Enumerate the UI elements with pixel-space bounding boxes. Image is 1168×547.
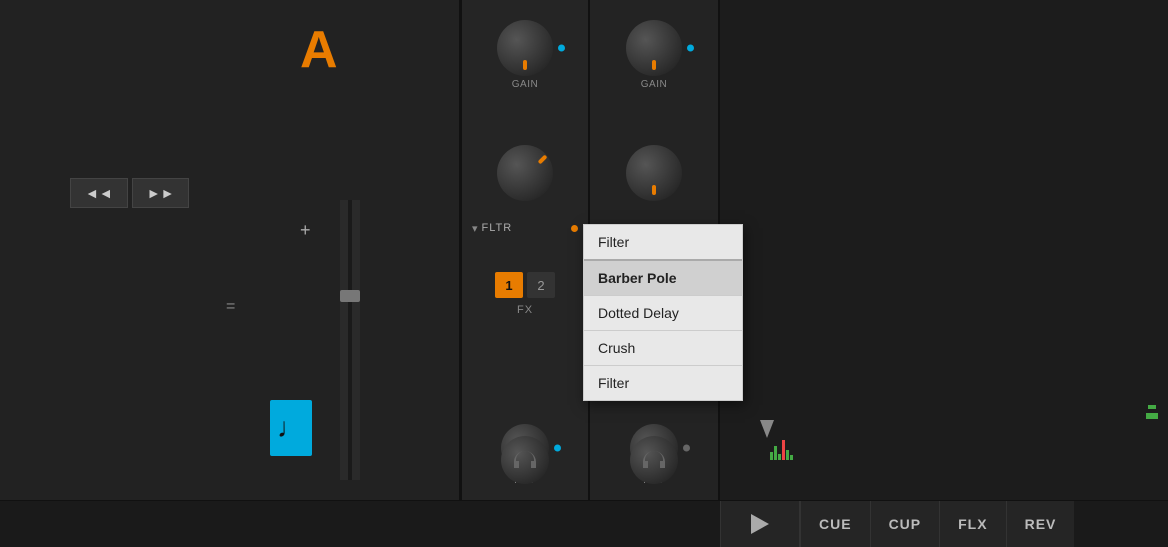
bottom-bar-right: CUE CUP FLX REV [0, 501, 1168, 547]
fltr-arrow-icon: ▾ [472, 222, 478, 235]
gain-knob-left-container: GAIN [497, 20, 553, 90]
fltr-label[interactable]: FLTR [482, 222, 571, 234]
spectrum-bars [770, 430, 793, 460]
fx-button-1[interactable]: 1 [495, 272, 523, 298]
rev-button[interactable]: REV [1006, 501, 1075, 547]
gain-knob-right-container: GAIN [626, 20, 682, 90]
dropdown-item-crush[interactable]: Crush [584, 331, 742, 366]
gain-label-right: GAIN [641, 79, 667, 90]
gain-label-left: GAIN [512, 79, 538, 90]
play-button-bottom[interactable] [720, 501, 800, 547]
channel-strip-left: GAIN ▾ FLTR 1 2 FX K [460, 0, 590, 546]
eq-knob-right[interactable] [626, 145, 682, 201]
fx-buttons: 1 2 [495, 272, 555, 298]
gain-knob-left[interactable] [497, 20, 553, 76]
fx-label: FX [517, 304, 533, 316]
cue-button[interactable]: CUE [800, 501, 870, 547]
play-triangle-icon [751, 514, 769, 534]
headphone-svg-left [511, 449, 539, 471]
bar-5 [786, 450, 789, 460]
key-dot-blue-left [554, 445, 561, 452]
bottom-bar: CUE CUP FLX REV [0, 500, 1168, 546]
headphone-svg-right [640, 449, 668, 471]
fltr-section: ▾ FLTR [462, 214, 588, 242]
bar-6 [790, 455, 793, 460]
headphone-icon-right[interactable] [630, 436, 678, 484]
cup-button[interactable]: CUP [870, 501, 940, 547]
note-symbol: ♩ [277, 412, 305, 444]
fx-section: 1 2 FX [462, 272, 588, 316]
fader-area [340, 200, 360, 480]
gain-knob-right[interactable] [626, 20, 682, 76]
bar-3 [778, 454, 781, 460]
bar-4 [782, 440, 785, 460]
green-indicator [1146, 395, 1158, 424]
dropdown-item-filter-header[interactable]: Filter [584, 225, 742, 261]
rewind-button[interactable]: ◄◄ [70, 178, 128, 208]
transport-buttons: ◄◄ ►► [70, 178, 189, 208]
right-area: SYNC MASTER [720, 0, 1168, 500]
filter-knob-left-container [497, 145, 553, 201]
gain-dot-blue-right [687, 45, 694, 52]
bar-1 [770, 452, 773, 460]
flx-button[interactable]: FLX [939, 501, 1005, 547]
left-panel: A ◄◄ ►► + = ♩ 4 8 > ACTIVE ▲ [0, 0, 460, 546]
dropdown-item-dotted-delay[interactable]: Dotted Delay [584, 296, 742, 331]
gain-dot-blue-left [558, 45, 565, 52]
eq-knob-right-container [626, 145, 682, 201]
dropdown-item-barber-pole[interactable]: Barber Pole [584, 261, 742, 296]
bar-2 [774, 446, 777, 460]
note-icon[interactable]: ♩ [270, 400, 312, 456]
fader-track [348, 200, 352, 480]
equals-sign: = [226, 298, 235, 316]
fader-handle[interactable] [340, 290, 360, 302]
dropdown-menu: Filter Barber Pole Dotted Delay Crush Fi… [583, 224, 743, 401]
main-container: A ◄◄ ►► + = ♩ 4 8 > ACTIVE ▲ [0, 0, 1168, 546]
filter-knob-left[interactable] [497, 145, 553, 201]
fltr-dot [571, 225, 578, 232]
channel-label-a: A [300, 20, 338, 80]
headphone-icon-left[interactable] [501, 436, 549, 484]
dropdown-item-filter[interactable]: Filter [584, 366, 742, 400]
plus-button[interactable]: + [300, 220, 311, 241]
fx-button-2[interactable]: 2 [527, 272, 555, 298]
forward-button[interactable]: ►► [132, 178, 190, 208]
